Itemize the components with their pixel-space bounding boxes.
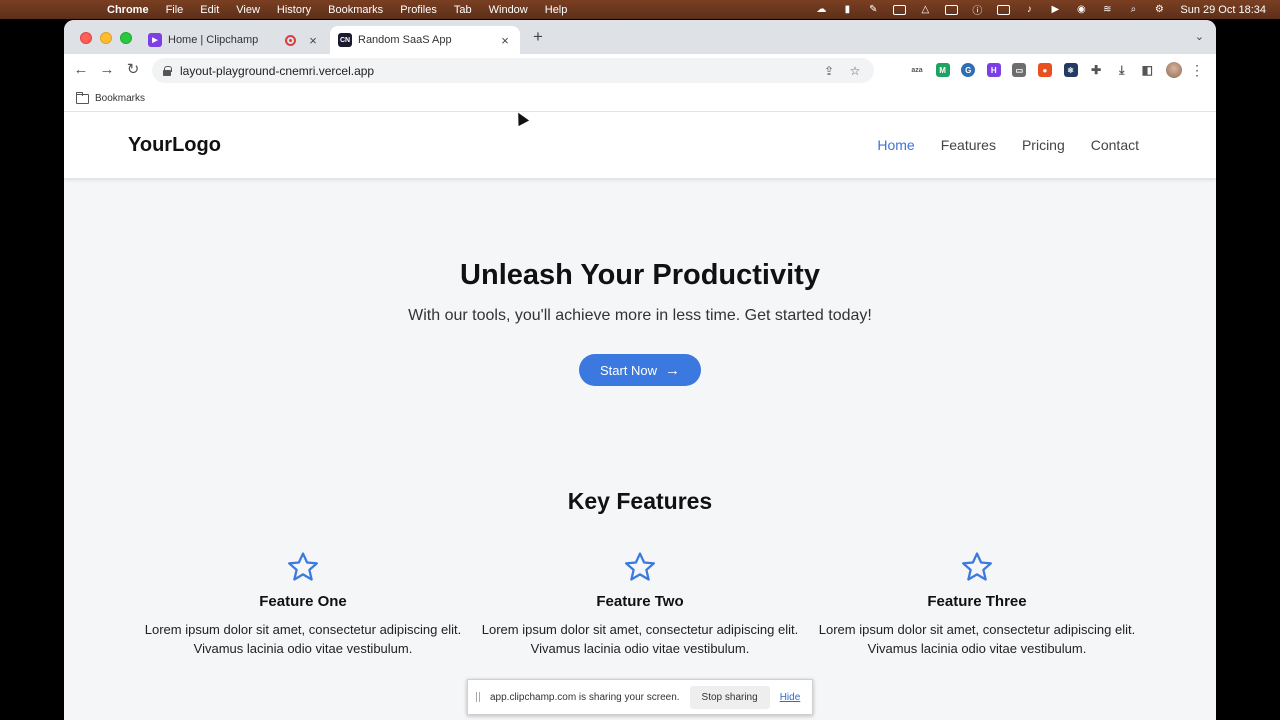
address-bar[interactable]: layout-playground-cnemri.vercel.app ⇪ ☆ <box>152 58 874 83</box>
bookmarks-folder[interactable]: Bookmarks <box>95 93 145 104</box>
screen-sharing-bar: app.clipchamp.com is sharing your screen… <box>467 679 813 715</box>
menu-history[interactable]: History <box>277 4 311 16</box>
acrobat-icon[interactable]: ▮ <box>840 4 854 16</box>
start-now-button[interactable]: Start Now → <box>579 354 701 386</box>
extensions-area: aza M G H ▭ ● ⚛ ✚ ⤓ ◧ <box>910 62 1182 78</box>
keyboard-input-icon[interactable] <box>996 4 1010 16</box>
screen-record-icon[interactable]: ◉ <box>1074 4 1088 16</box>
feature-card: Feature One Lorem ipsum dolor sit amet, … <box>143 550 463 658</box>
menu-app-chrome[interactable]: Chrome <box>107 4 149 16</box>
stop-sharing-button[interactable]: Stop sharing <box>689 685 770 709</box>
window-minimize-button[interactable] <box>100 32 112 44</box>
features-heading: Key Features <box>567 488 713 514</box>
nav-pricing[interactable]: Pricing <box>1022 137 1065 153</box>
feature-description: Lorem ipsum dolor sit amet, consectetur … <box>818 622 1136 656</box>
menu-help[interactable]: Help <box>545 4 568 16</box>
grammar-extension-icon[interactable]: G <box>961 63 976 77</box>
triangle-icon[interactable]: △ <box>918 4 932 16</box>
more-menu-icon[interactable]: ⋮ <box>1190 62 1204 79</box>
feature-card: Feature Three Lorem ipsum dolor sit amet… <box>817 550 1137 658</box>
star-icon <box>287 552 319 581</box>
hero-title: Unleash Your Productivity <box>460 259 820 291</box>
drag-handle-icon[interactable] <box>476 692 480 702</box>
clipchamp-favicon-icon: ▶ <box>148 33 162 47</box>
tab-search-chevron-icon[interactable]: ⌄ <box>1195 30 1204 43</box>
search-icon[interactable]: ⌕ <box>1126 4 1140 16</box>
download-icon[interactable]: ⤓ <box>1115 63 1129 77</box>
amazon-icon[interactable] <box>944 4 958 16</box>
battery-icon[interactable] <box>892 4 906 16</box>
hide-link[interactable]: Hide <box>780 692 801 703</box>
saas-app-favicon-icon: CN <box>338 33 352 47</box>
info-icon[interactable]: ⓘ <box>970 4 984 17</box>
tab-clipchamp[interactable]: ▶ Home | Clipchamp × <box>140 26 328 54</box>
new-tab-icon[interactable]: + <box>530 28 546 45</box>
menu-window[interactable]: Window <box>489 4 528 16</box>
feature-title: Feature One <box>259 593 347 610</box>
feature-title: Feature Three <box>927 593 1027 610</box>
tab-strip: ▶ Home | Clipchamp × CN Random SaaS App … <box>64 20 1216 54</box>
back-icon[interactable]: ← <box>72 61 90 79</box>
side-panel-icon[interactable]: ◧ <box>1140 63 1154 77</box>
browser-toolbar: ← → ↻ layout-playground-cnemri.vercel.ap… <box>64 54 1216 86</box>
menu-bar-status-area: ☁ ▮ ✎ △ ⓘ ♪ ▶ ◉ ≋ ⌕ ⚙ Sun 29 Oct 18:34 <box>808 0 1280 19</box>
menu-bookmarks[interactable]: Bookmarks <box>328 4 383 16</box>
arrow-right-icon: → <box>665 361 681 379</box>
window-extension-icon[interactable]: ▭ <box>1012 63 1027 77</box>
nav-contact[interactable]: Contact <box>1091 137 1139 153</box>
shield-extension-icon[interactable]: ● <box>1037 63 1052 77</box>
site-header: YourLogo Home Features Pricing Contact <box>64 113 1216 178</box>
react-devtools-icon[interactable]: ⚛ <box>1063 63 1078 77</box>
window-close-button[interactable] <box>80 32 92 44</box>
start-now-label: Start Now <box>599 362 658 378</box>
tab-title: Home | Clipchamp <box>168 34 259 46</box>
folder-icon <box>76 91 89 104</box>
menu-edit[interactable]: Edit <box>200 4 219 16</box>
forward-icon[interactable]: → <box>98 61 116 79</box>
menu-bar-clock[interactable]: Sun 29 Oct 18:34 <box>1180 4 1266 16</box>
browser-window: ▶ Home | Clipchamp × CN Random SaaS App … <box>64 20 1216 720</box>
star-icon <box>961 552 993 581</box>
feature-card: Feature Two Lorem ipsum dolor sit amet, … <box>480 550 800 658</box>
reload-icon[interactable]: ↻ <box>124 61 142 79</box>
nav-home[interactable]: Home <box>877 137 914 153</box>
wifi-icon[interactable]: ≋ <box>1100 4 1114 16</box>
menu-profiles[interactable]: Profiles <box>400 4 437 16</box>
tab-random-saas-app[interactable]: CN Random SaaS App × <box>330 26 520 54</box>
hero-subtitle: With our tools, you'll achieve more in l… <box>408 307 872 324</box>
feature-title: Feature Two <box>596 593 684 610</box>
star-icon <box>624 552 656 581</box>
profile-avatar[interactable] <box>1165 62 1182 78</box>
menu-tab[interactable]: Tab <box>454 4 472 16</box>
creative-cloud-icon[interactable]: ☁ <box>814 4 828 16</box>
nav-features[interactable]: Features <box>941 137 996 153</box>
lock-icon[interactable] <box>162 65 172 76</box>
menu-file[interactable]: File <box>166 4 184 16</box>
web-page: YourLogo Home Features Pricing Contact U… <box>64 113 1216 720</box>
tab-close-icon[interactable]: × <box>498 33 512 48</box>
sharing-message: app.clipchamp.com is sharing your screen… <box>490 691 680 703</box>
feature-description: Lorem ipsum dolor sit amet, consectetur … <box>481 622 799 656</box>
bookmarks-bar: Bookmarks <box>64 86 1216 112</box>
site-nav: Home Features Pricing Contact <box>851 137 1139 153</box>
recording-indicator-icon <box>285 34 296 46</box>
window-zoom-button[interactable] <box>120 32 132 44</box>
amazon-extension-icon[interactable]: aza <box>910 63 924 77</box>
bookmark-star-icon[interactable]: ☆ <box>848 64 862 78</box>
tab-title: Random SaaS App <box>358 34 452 46</box>
url-text[interactable]: layout-playground-cnemri.vercel.app <box>180 64 822 78</box>
h-extension-icon[interactable]: H <box>986 63 1001 77</box>
pen-icon[interactable]: ✎ <box>866 4 880 16</box>
feature-description: Lorem ipsum dolor sit amet, consectetur … <box>144 622 462 656</box>
menu-view[interactable]: View <box>236 4 260 16</box>
share-icon[interactable]: ⇪ <box>822 64 836 78</box>
tab-close-icon[interactable]: × <box>306 33 320 48</box>
puzzle-icon[interactable]: ✚ <box>1089 63 1103 77</box>
play-icon[interactable]: ▶ <box>1048 4 1062 16</box>
m-extension-icon[interactable]: M <box>935 63 950 77</box>
control-center-icon[interactable]: ⚙ <box>1152 4 1166 16</box>
site-logo[interactable]: YourLogo <box>128 134 221 157</box>
macos-menu-bar: Chrome File Edit View History Bookmarks … <box>0 0 1280 19</box>
volume-icon[interactable]: ♪ <box>1022 4 1036 16</box>
